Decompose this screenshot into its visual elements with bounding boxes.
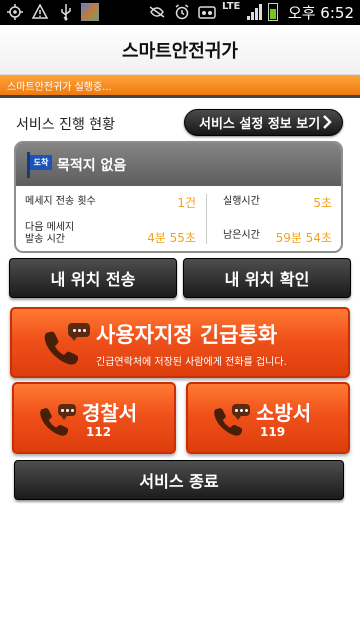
next-message-label: 다음 메세지 발송 시간 <box>25 222 75 245</box>
voicemail-icon <box>198 3 216 21</box>
arrival-badge: 도착 <box>30 154 52 170</box>
battery-icon <box>268 3 278 21</box>
service-settings-label: 서비스 설정 정보 보기 <box>199 117 321 132</box>
app-title: 스마트안전귀가 <box>0 25 360 75</box>
next-message-value: 4분 55초 <box>147 231 196 245</box>
fire-station-call-button[interactable]: 소방서 119 <box>186 382 350 454</box>
police-number: 112 <box>86 425 112 439</box>
running-status-strip: 스마트안전귀가 실행중... <box>0 75 360 95</box>
clock: 오후 6:52 <box>287 4 354 22</box>
image-thumbnail <box>81 3 99 21</box>
gps-target-icon <box>6 3 24 21</box>
muted-icon <box>148 3 166 21</box>
chat-bubble-icon <box>232 404 250 420</box>
destination-header: 도착 목적지 없음 <box>16 143 341 186</box>
usb-icon <box>57 3 75 21</box>
send-count-value: 1건 <box>177 196 196 210</box>
service-settings-button[interactable]: 서비스 설정 정보 보기 <box>184 109 343 136</box>
police-call-button[interactable]: 경찰서 112 <box>12 382 176 454</box>
custom-emergency-description: 긴급연락처에 저장된 사람에게 전화를 겁니다. <box>96 357 287 368</box>
signal-icon <box>247 4 263 20</box>
chevron-right-icon <box>322 114 332 134</box>
send-count-label: 메세지 전송 횟수 <box>25 196 96 207</box>
chat-bubble-icon <box>68 323 90 341</box>
police-label: 경찰서 <box>82 401 138 425</box>
custom-emergency-call-button[interactable]: 사용자지정 긴급통화 긴급연락처에 저장된 사람에게 전화를 겁니다. <box>10 307 350 378</box>
chat-bubble-icon <box>58 404 76 420</box>
alarm-icon <box>173 3 191 21</box>
end-service-button[interactable]: 서비스 종료 <box>14 460 344 500</box>
progress-details: 메세지 전송 횟수 1건 실행시간 5초 다음 메세지 발송 시간 4분 55초… <box>16 186 341 251</box>
destination-text: 목적지 없음 <box>57 157 127 174</box>
remaining-time-value: 59분 54초 <box>275 231 332 245</box>
service-progress-label: 서비스 진행 현황 <box>16 117 116 133</box>
fire-station-label: 소방서 <box>256 401 312 425</box>
progress-panel: 도착 목적지 없음 메세지 전송 횟수 1건 실행시간 5초 다음 메세지 발송… <box>14 141 343 253</box>
remaining-time-label: 남은시간 <box>223 230 260 241</box>
check-location-button[interactable]: 내 위치 확인 <box>183 258 351 298</box>
column-divider <box>206 194 207 244</box>
send-location-button[interactable]: 내 위치 전송 <box>9 258 177 298</box>
fire-station-number: 119 <box>260 425 286 439</box>
arrival-flag-icon: 도착 <box>25 151 53 178</box>
status-bar: LTE 오후 6:52 <box>0 0 360 25</box>
strip-divider <box>0 95 360 98</box>
run-time-value: 5초 <box>313 196 332 210</box>
warning-icon <box>31 3 49 21</box>
custom-emergency-title: 사용자지정 긴급통화 <box>96 323 278 347</box>
run-time-label: 실행시간 <box>223 196 260 207</box>
lte-icon: LTE <box>222 1 241 12</box>
